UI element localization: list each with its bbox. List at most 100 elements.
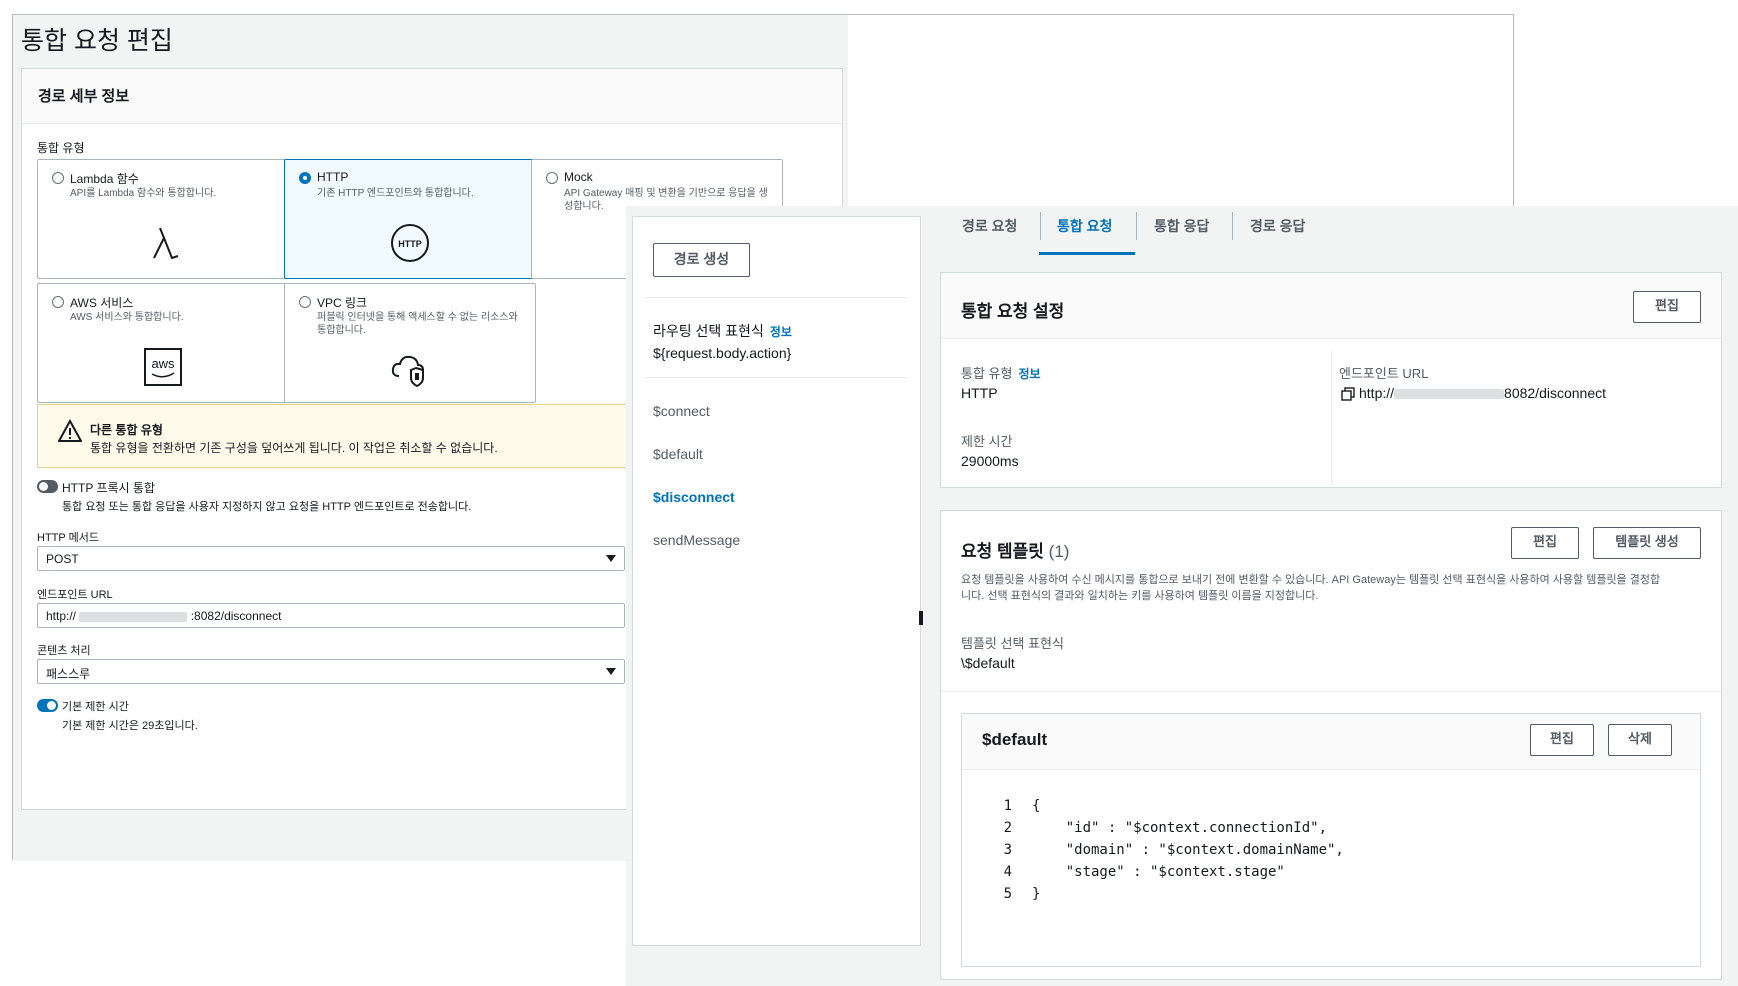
templates-divider xyxy=(941,691,1721,692)
radio-http[interactable] xyxy=(299,172,311,184)
timeout-label: 제한 시간 xyxy=(961,434,1013,449)
aws-icon: aws xyxy=(144,348,182,386)
lambda-icon xyxy=(153,227,179,260)
tile-mock-title: Mock xyxy=(564,170,593,184)
radio-vpc-link[interactable] xyxy=(299,296,311,308)
active-tab-indicator xyxy=(1039,252,1135,255)
code-line: } xyxy=(1032,886,1041,902)
routes-panel: 경로 생성 라우팅 선택 표현식 정보 ${request.body.action… xyxy=(632,216,923,946)
create-route-button[interactable]: 경로 생성 xyxy=(653,243,750,277)
line-number: 4 xyxy=(1003,864,1012,880)
http-icon: HTTP xyxy=(391,224,429,262)
routes-divider-top xyxy=(645,297,907,298)
tab-separator xyxy=(1040,212,1041,240)
route-item-connect[interactable]: $connect xyxy=(653,403,710,419)
endpoint-url-label: 엔드포인트 URL xyxy=(37,589,113,601)
delete-default-template-button[interactable]: 삭제 xyxy=(1608,724,1672,756)
endpoint-url-input[interactable]: http:// :8082/disconnect xyxy=(37,603,625,628)
content-handling-select[interactable]: 패스스루 xyxy=(37,659,625,684)
http-proxy-label: HTTP 프록시 통합 xyxy=(62,481,155,495)
tile-lambda-desc: API를 Lambda 함수와 통합합니다. xyxy=(70,188,217,199)
vpc-cloud-icon xyxy=(391,355,424,388)
tab-integration-request[interactable]: 통합 요청 xyxy=(1057,216,1112,236)
integration-type-value: HTTP xyxy=(961,385,998,401)
endpoint-url-kv-suffix: 8082/disconnect xyxy=(1504,385,1606,401)
warning-icon xyxy=(58,419,82,442)
integration-type-kv-label-text: 통합 유형 xyxy=(961,366,1013,381)
request-templates-count: (1) xyxy=(1048,542,1070,561)
line-number: 3 xyxy=(1003,842,1012,858)
edit-templates-button[interactable]: 편집 xyxy=(1511,527,1579,559)
http-proxy-desc: 통합 요청 또는 통합 응답을 사용자 지정하지 않고 요청을 HTTP 엔드포… xyxy=(62,501,472,513)
warning-text: 통합 유형을 전환하면 기존 구성을 덮어쓰게 됩니다. 이 작업은 취소할 수… xyxy=(90,441,498,455)
routes-divider xyxy=(645,377,907,378)
tab-integration-response[interactable]: 통합 응답 xyxy=(1154,216,1209,236)
default-timeout-toggle[interactable] xyxy=(37,699,58,712)
content-handling-label: 콘텐츠 처리 xyxy=(37,645,91,657)
page-title: 통합 요청 편집 xyxy=(21,27,173,55)
route-item-default[interactable]: $default xyxy=(653,446,703,462)
tab-route-request[interactable]: 경로 요청 xyxy=(962,216,1017,236)
tile-aws-service[interactable]: AWS 서비스 AWS 서비스와 통합합니다. aws xyxy=(37,283,289,403)
edit-default-template-button[interactable]: 편집 xyxy=(1530,724,1594,756)
warning-title: 다른 통합 유형 xyxy=(90,423,163,437)
http-method-select[interactable]: POST xyxy=(37,546,625,571)
tab-separator xyxy=(1136,212,1137,240)
endpoint-url-prefix: http:// xyxy=(46,609,77,623)
http-method-label: HTTP 메서드 xyxy=(37,532,99,544)
tile-http-title: HTTP xyxy=(317,170,349,184)
timeout-value: 29000ms xyxy=(961,453,1019,469)
radio-aws-service[interactable] xyxy=(52,296,64,308)
copy-icon[interactable] xyxy=(1341,387,1355,401)
template-code-block: 1 { 2 "id" : "$context.connectionId", 3 … xyxy=(992,798,1672,908)
routing-selection-expression: ${request.body.action} xyxy=(653,345,792,361)
default-template-card: $default 편집 삭제 1 { 2 "id" : "$context.co… xyxy=(961,713,1701,967)
tile-http[interactable]: HTTP 기존 HTTP 엔드포인트와 통합합니다. HTTP xyxy=(284,159,536,279)
integration-type-info-link[interactable]: 정보 xyxy=(1018,367,1040,381)
code-line: "domain" : "$context.domainName", xyxy=(1032,842,1344,858)
route-item-sendmessage[interactable]: sendMessage xyxy=(653,532,740,548)
code-line: { xyxy=(1032,798,1041,814)
content-handling-value: 패스스루 xyxy=(46,667,91,681)
http-method-value: POST xyxy=(46,552,79,566)
edit-settings-button[interactable]: 편집 xyxy=(1633,291,1701,323)
redacted-host xyxy=(79,611,188,622)
default-template-title: $default xyxy=(982,730,1048,749)
route-item-disconnect[interactable]: $disconnect xyxy=(653,489,735,505)
endpoint-url-kv-value: http:// 8082/disconnect xyxy=(1359,385,1606,401)
svg-text:aws: aws xyxy=(151,356,175,371)
integration-settings-title: 통합 요청 설정 xyxy=(961,302,1065,321)
tile-vpc-link[interactable]: VPC 링크 퍼블릭 인터넷을 통해 액세스할 수 없는 리소스와 통합합니다. xyxy=(284,283,536,403)
svg-text:HTTP: HTTP xyxy=(398,239,422,249)
templates-desc-line2: 니다. 선택 표현식의 결과와 일치하는 키를 사용하여 템플릿 이름을 지정합… xyxy=(961,590,1319,602)
endpoint-url-kv-label: 엔드포인트 URL xyxy=(1339,366,1429,381)
tile-vpc-desc: 퍼블릭 인터넷을 통해 액세스할 수 없는 리소스와 통합합니다. xyxy=(317,312,518,336)
line-number: 5 xyxy=(1003,886,1012,902)
tile-lambda[interactable]: Lambda 함수 API를 Lambda 함수와 통합합니다. xyxy=(37,159,289,279)
integration-settings-card: 통합 요청 설정 편집 통합 유형 정보 HTTP 제한 시간 29000ms 엔… xyxy=(940,272,1722,488)
tile-aws-title: AWS 서비스 xyxy=(70,296,134,310)
integration-request-window: 경로 생성 라우팅 선택 표현식 정보 ${request.body.action… xyxy=(626,206,1738,986)
line-number: 1 xyxy=(1003,798,1012,814)
tab-separator xyxy=(1232,212,1233,240)
http-proxy-toggle[interactable] xyxy=(37,480,58,493)
tile-aws-desc: AWS 서비스와 통합합니다. xyxy=(70,312,184,323)
endpoint-url-kv-prefix: http:// xyxy=(1359,385,1395,401)
panel-resize-handle[interactable] xyxy=(919,611,923,625)
radio-mock[interactable] xyxy=(546,172,558,184)
route-details-header: 경로 세부 정보 xyxy=(22,69,842,124)
integration-type-label: 통합 유형 xyxy=(37,141,85,155)
redacted-host xyxy=(1394,389,1505,400)
template-selection-label: 템플릿 선택 표현식 xyxy=(961,636,1064,651)
create-template-button[interactable]: 템플릿 생성 xyxy=(1593,527,1701,559)
tile-lambda-title: Lambda 함수 xyxy=(70,172,139,186)
request-templates-card: 요청 템플릿 (1) 편집 템플릿 생성 요청 템플릿을 사용하여 수신 메시지… xyxy=(940,510,1722,980)
tile-vpc-title: VPC 링크 xyxy=(317,296,368,310)
routing-info-link[interactable]: 정보 xyxy=(770,325,792,339)
code-line: "stage" : "$context.stage" xyxy=(1032,864,1285,880)
tab-route-response[interactable]: 경로 응답 xyxy=(1250,216,1305,236)
routing-selection-label: 라우팅 선택 표현식 정보 xyxy=(653,321,792,341)
radio-lambda[interactable] xyxy=(52,172,64,184)
integration-type-kv-label: 통합 유형 정보 xyxy=(961,363,1041,382)
routing-selection-label-text: 라우팅 선택 표현식 xyxy=(653,323,764,339)
